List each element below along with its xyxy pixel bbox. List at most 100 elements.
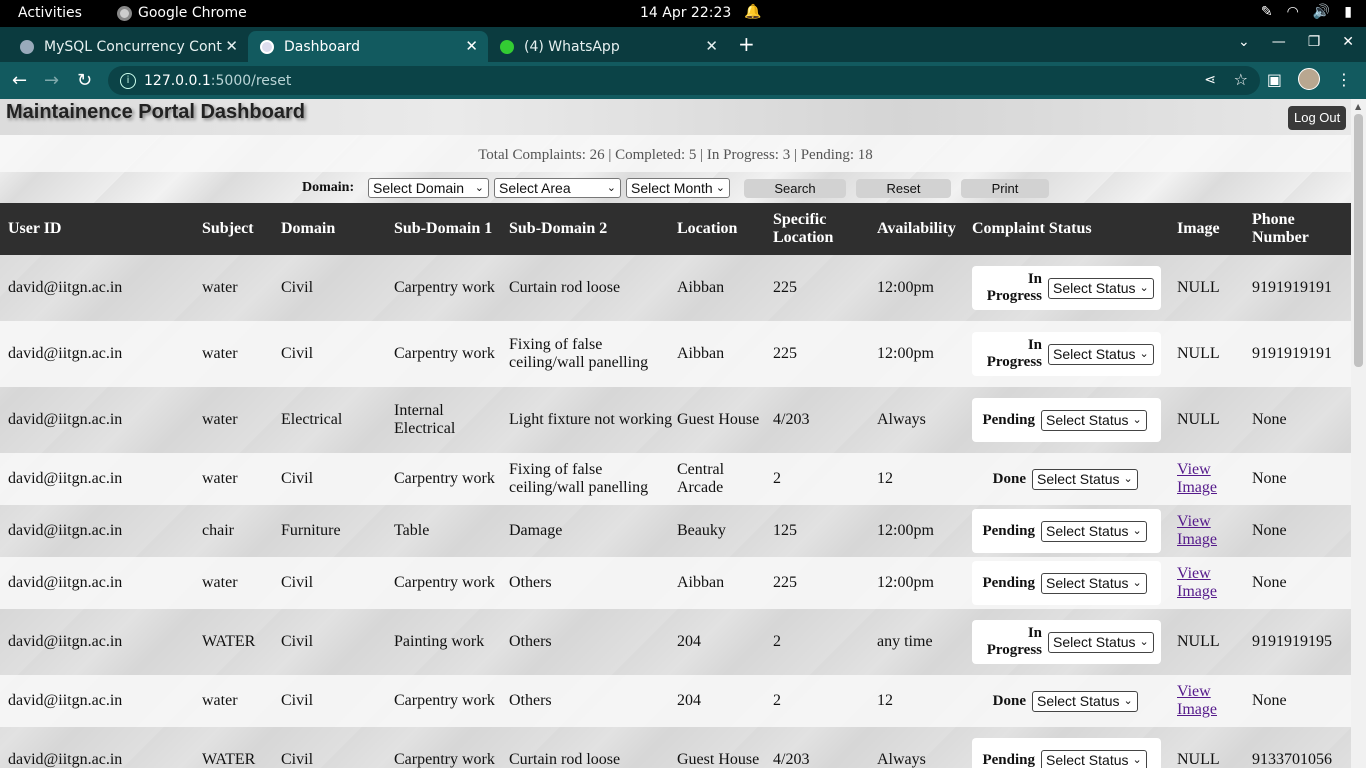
logout-button[interactable]: Log Out xyxy=(1288,106,1347,130)
cell-sub-domain-1: Internal Electrical xyxy=(394,402,456,437)
cell-phone-number: None xyxy=(1252,522,1287,539)
forward-icon[interactable]: → xyxy=(44,70,59,91)
cell-location: Aibban xyxy=(677,574,725,591)
close-window-icon[interactable]: ✕ xyxy=(1342,34,1354,50)
profile-avatar[interactable] xyxy=(1298,68,1320,90)
status-badge: Pending xyxy=(982,411,1035,428)
minimize-icon[interactable]: — xyxy=(1272,34,1286,50)
status-select[interactable]: Select Status ⌄ xyxy=(1032,690,1138,712)
status-select[interactable]: Select Status ⌄ xyxy=(1048,631,1154,653)
status-badge: Pending xyxy=(982,751,1035,768)
status-select[interactable]: Select Status ⌄ xyxy=(1048,277,1154,299)
status-select[interactable]: Select Status ⌄ xyxy=(1048,343,1154,365)
tab-title: Dashboard xyxy=(284,38,360,55)
app-menu[interactable]: Google Chrome xyxy=(117,5,247,21)
address-bar[interactable]: i 127.0.0.1:5000/reset ⋖ ☆ xyxy=(108,66,1260,95)
tab-whatsapp[interactable]: (4) WhatsApp ✕ xyxy=(488,31,728,62)
chevron-down-icon: ⌄ xyxy=(1139,347,1149,360)
status-cell: Pending Select Status ⌄ xyxy=(972,509,1161,553)
cell-subject: water xyxy=(202,345,238,362)
chrome-icon xyxy=(117,5,132,21)
new-tab-button[interactable]: + xyxy=(738,32,755,56)
cell-image: NULL xyxy=(1177,633,1220,650)
reset-button[interactable]: Reset xyxy=(856,179,951,198)
notification-bell-icon: 🔔 xyxy=(744,4,762,20)
system-tray[interactable]: ✎ ◠ 🔊 ▮ xyxy=(1261,4,1352,20)
share-icon[interactable]: ⋖ xyxy=(1204,72,1216,88)
status-select[interactable]: Select Status ⌄ xyxy=(1041,572,1147,594)
cell-specific-location: 2 xyxy=(773,470,781,487)
url-path: :5000/reset xyxy=(210,72,292,89)
cell-specific-location: 4/203 xyxy=(773,411,810,428)
status-select[interactable]: Select Status ⌄ xyxy=(1041,520,1147,542)
table-header: User ID Subject Domain Sub-Domain 1 Sub-Doma… xyxy=(0,203,1351,255)
cell-user-id: david@iitgn.ac.in xyxy=(8,522,123,539)
site-info-icon[interactable]: i xyxy=(120,72,136,89)
cell-phone-number: None xyxy=(1252,574,1287,591)
scrollbar-thumb[interactable] xyxy=(1354,114,1363,367)
clock[interactable]: 14 Apr 22:23 xyxy=(640,5,731,21)
view-image-link[interactable]: View Image xyxy=(1177,675,1247,727)
status-badge: Pending xyxy=(982,522,1035,539)
header-location: Location xyxy=(677,220,738,237)
table-body: david@iitgn.ac.in water Civil Carpentry wor… xyxy=(0,255,1351,768)
tab-dashboard[interactable]: Dashboard ✕ xyxy=(248,31,488,62)
cell-phone-number: None xyxy=(1252,470,1287,487)
close-icon[interactable]: ✕ xyxy=(465,37,478,55)
maximize-icon[interactable]: ❐ xyxy=(1308,34,1321,50)
header-user-id: User ID xyxy=(8,220,62,237)
reload-icon[interactable]: ↻ xyxy=(77,70,92,91)
status-select[interactable]: Select Status ⌄ xyxy=(1041,409,1147,431)
view-image-link[interactable]: View Image xyxy=(1177,453,1247,505)
cell-specific-location: 125 xyxy=(773,522,797,539)
month-select[interactable]: Select Month ⌄ xyxy=(626,178,730,198)
cell-availability: 12:00pm xyxy=(877,522,934,539)
back-icon[interactable]: ← xyxy=(12,70,27,91)
toolbar-right: ▣ ⋮ xyxy=(1267,68,1352,90)
cell-domain: Civil xyxy=(281,345,314,362)
table-row: david@iitgn.ac.in water Electrical Internal… xyxy=(0,387,1351,453)
scroll-up-icon[interactable]: ▲ xyxy=(1355,102,1361,111)
status-select-label: Select Status xyxy=(1046,411,1129,428)
cell-domain: Civil xyxy=(281,751,314,768)
status-badge: Pending xyxy=(982,574,1035,591)
chevron-down-icon: ⌄ xyxy=(1132,576,1142,589)
complaints-table: User ID Subject Domain Sub-Domain 1 Sub-Doma… xyxy=(0,203,1351,768)
status-cell: Pending Select Status ⌄ xyxy=(972,738,1161,768)
tab-mysql[interactable]: MySQL Concurrency Cont ✕ xyxy=(8,31,248,62)
tab-search-icon[interactable]: ⌄ xyxy=(1238,34,1250,50)
status-badge: Done xyxy=(992,692,1026,709)
view-image-link[interactable]: View Image xyxy=(1177,557,1247,609)
domain-select[interactable]: Select Domain ⌄ xyxy=(368,178,489,198)
close-icon[interactable]: ✕ xyxy=(705,37,718,55)
table-row: david@iitgn.ac.in chair Furniture Table Dama… xyxy=(0,505,1351,557)
menu-icon[interactable]: ⋮ xyxy=(1336,70,1352,89)
page-scrollbar[interactable]: ▲ xyxy=(1351,99,1366,768)
area-select[interactable]: Select Area ⌄ xyxy=(494,178,621,198)
table-row: david@iitgn.ac.in water Civil Carpentry wor… xyxy=(0,675,1351,727)
window-controls: ⌄ — ❐ ✕ xyxy=(1238,34,1354,50)
activities-button[interactable]: Activities xyxy=(18,5,82,21)
cell-location: Aibban xyxy=(677,279,725,296)
cell-sub-domain-1: Carpentry work xyxy=(394,470,495,487)
status-cell: In Progress Select Status ⌄ xyxy=(972,620,1161,664)
status-select-label: Select Status xyxy=(1046,574,1129,591)
bookmark-star-icon[interactable]: ☆ xyxy=(1234,70,1248,89)
table-row: david@iitgn.ac.in WATER Civil Carpentry wor… xyxy=(0,727,1351,768)
close-icon[interactable]: ✕ xyxy=(225,37,238,55)
view-image-link[interactable]: View Image xyxy=(1177,505,1247,557)
volume-icon: 🔊 xyxy=(1312,4,1331,20)
status-select-label: Select Status xyxy=(1053,279,1136,296)
status-badge: In Progress xyxy=(986,625,1042,658)
status-select[interactable]: Select Status ⌄ xyxy=(1041,749,1147,768)
table-row: david@iitgn.ac.in WATER Civil Painting work… xyxy=(0,609,1351,675)
system-top-bar: Activities Google Chrome 14 Apr 22:23 🔔 … xyxy=(0,0,1366,27)
cell-subject: water xyxy=(202,411,238,428)
print-button[interactable]: Print xyxy=(961,179,1049,198)
cell-location: Guest House xyxy=(677,751,760,768)
status-select[interactable]: Select Status ⌄ xyxy=(1032,468,1138,490)
url-text[interactable]: 127.0.0.1:5000/reset xyxy=(144,73,291,89)
search-button[interactable]: Search xyxy=(744,179,846,198)
cell-domain: Civil xyxy=(281,279,314,296)
side-panel-icon[interactable]: ▣ xyxy=(1267,70,1282,89)
